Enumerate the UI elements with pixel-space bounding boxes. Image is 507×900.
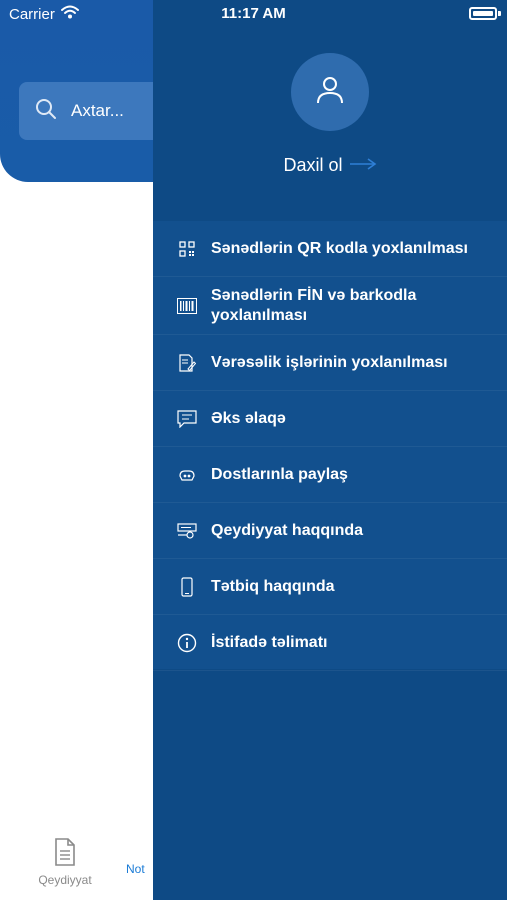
side-drawer: 11:17 AM Daxil ol Sənədlərin QR kodla yo… (153, 0, 507, 900)
user-icon (315, 75, 345, 110)
share-icon (177, 465, 197, 485)
document-edit-icon (177, 353, 197, 373)
document-icon (53, 838, 77, 869)
menu-item-qr-check[interactable]: Sənədlərin QR kodla yoxlanılması (153, 221, 507, 277)
menu-item-label: Qeydiyyat haqqında (211, 521, 364, 539)
tab-qeydiyyat[interactable]: Qeydiyyat (26, 830, 104, 887)
phone-icon (177, 576, 197, 597)
menu-item-registration-info[interactable]: Qeydiyyat haqqında (153, 503, 507, 559)
menu-item-share[interactable]: Dostlarınla paylaş (153, 447, 507, 503)
battery-icon (469, 7, 497, 20)
tab-label: Qeydiyyat (38, 873, 92, 887)
info-icon (177, 633, 197, 653)
menu-item-feedback[interactable]: Əks əlaqə (153, 391, 507, 447)
arrow-right-icon (349, 155, 377, 176)
login-label: Daxil ol (283, 155, 343, 175)
menu-item-inheritance-check[interactable]: Vərəsəlik işlərinin yoxlanılması (153, 335, 507, 391)
registration-icon (177, 521, 197, 541)
qr-code-icon (177, 239, 197, 259)
menu-item-label: Tətbiq haqqında (211, 577, 335, 595)
avatar[interactable] (291, 53, 369, 131)
menu-item-label: Dostlarınla paylaş (211, 465, 348, 483)
menu-item-label: Əks əlaqə (211, 409, 286, 427)
menu-item-fin-barcode-check[interactable]: Sənədlərin FİN və barkodla yoxlanılması (153, 277, 507, 335)
barcode-icon (177, 296, 197, 316)
menu-item-label: Sənədlərin QR kodla yoxlanılması (211, 239, 468, 257)
menu-item-label: İstifadə təlimatı (211, 633, 328, 651)
menu-item-label: Sənədlərin FİN və barkodla yoxlanılması (211, 286, 417, 324)
drawer-menu: Sənədlərin QR kodla yoxlanılması Sənədlə… (153, 221, 507, 671)
login-button[interactable]: Daxil ol (153, 155, 507, 176)
status-time: 11:17 AM (221, 5, 286, 22)
menu-item-user-guide[interactable]: İstifadə təlimatı (153, 615, 507, 671)
feedback-icon (177, 409, 197, 429)
tab-label: Not (126, 862, 145, 876)
search-icon (35, 98, 57, 125)
menu-item-app-info[interactable]: Tətbiq haqqında (153, 559, 507, 615)
menu-item-label: Vərəsəlik işlərinin yoxlanılması (211, 353, 448, 371)
battery-tip-icon (498, 11, 501, 16)
